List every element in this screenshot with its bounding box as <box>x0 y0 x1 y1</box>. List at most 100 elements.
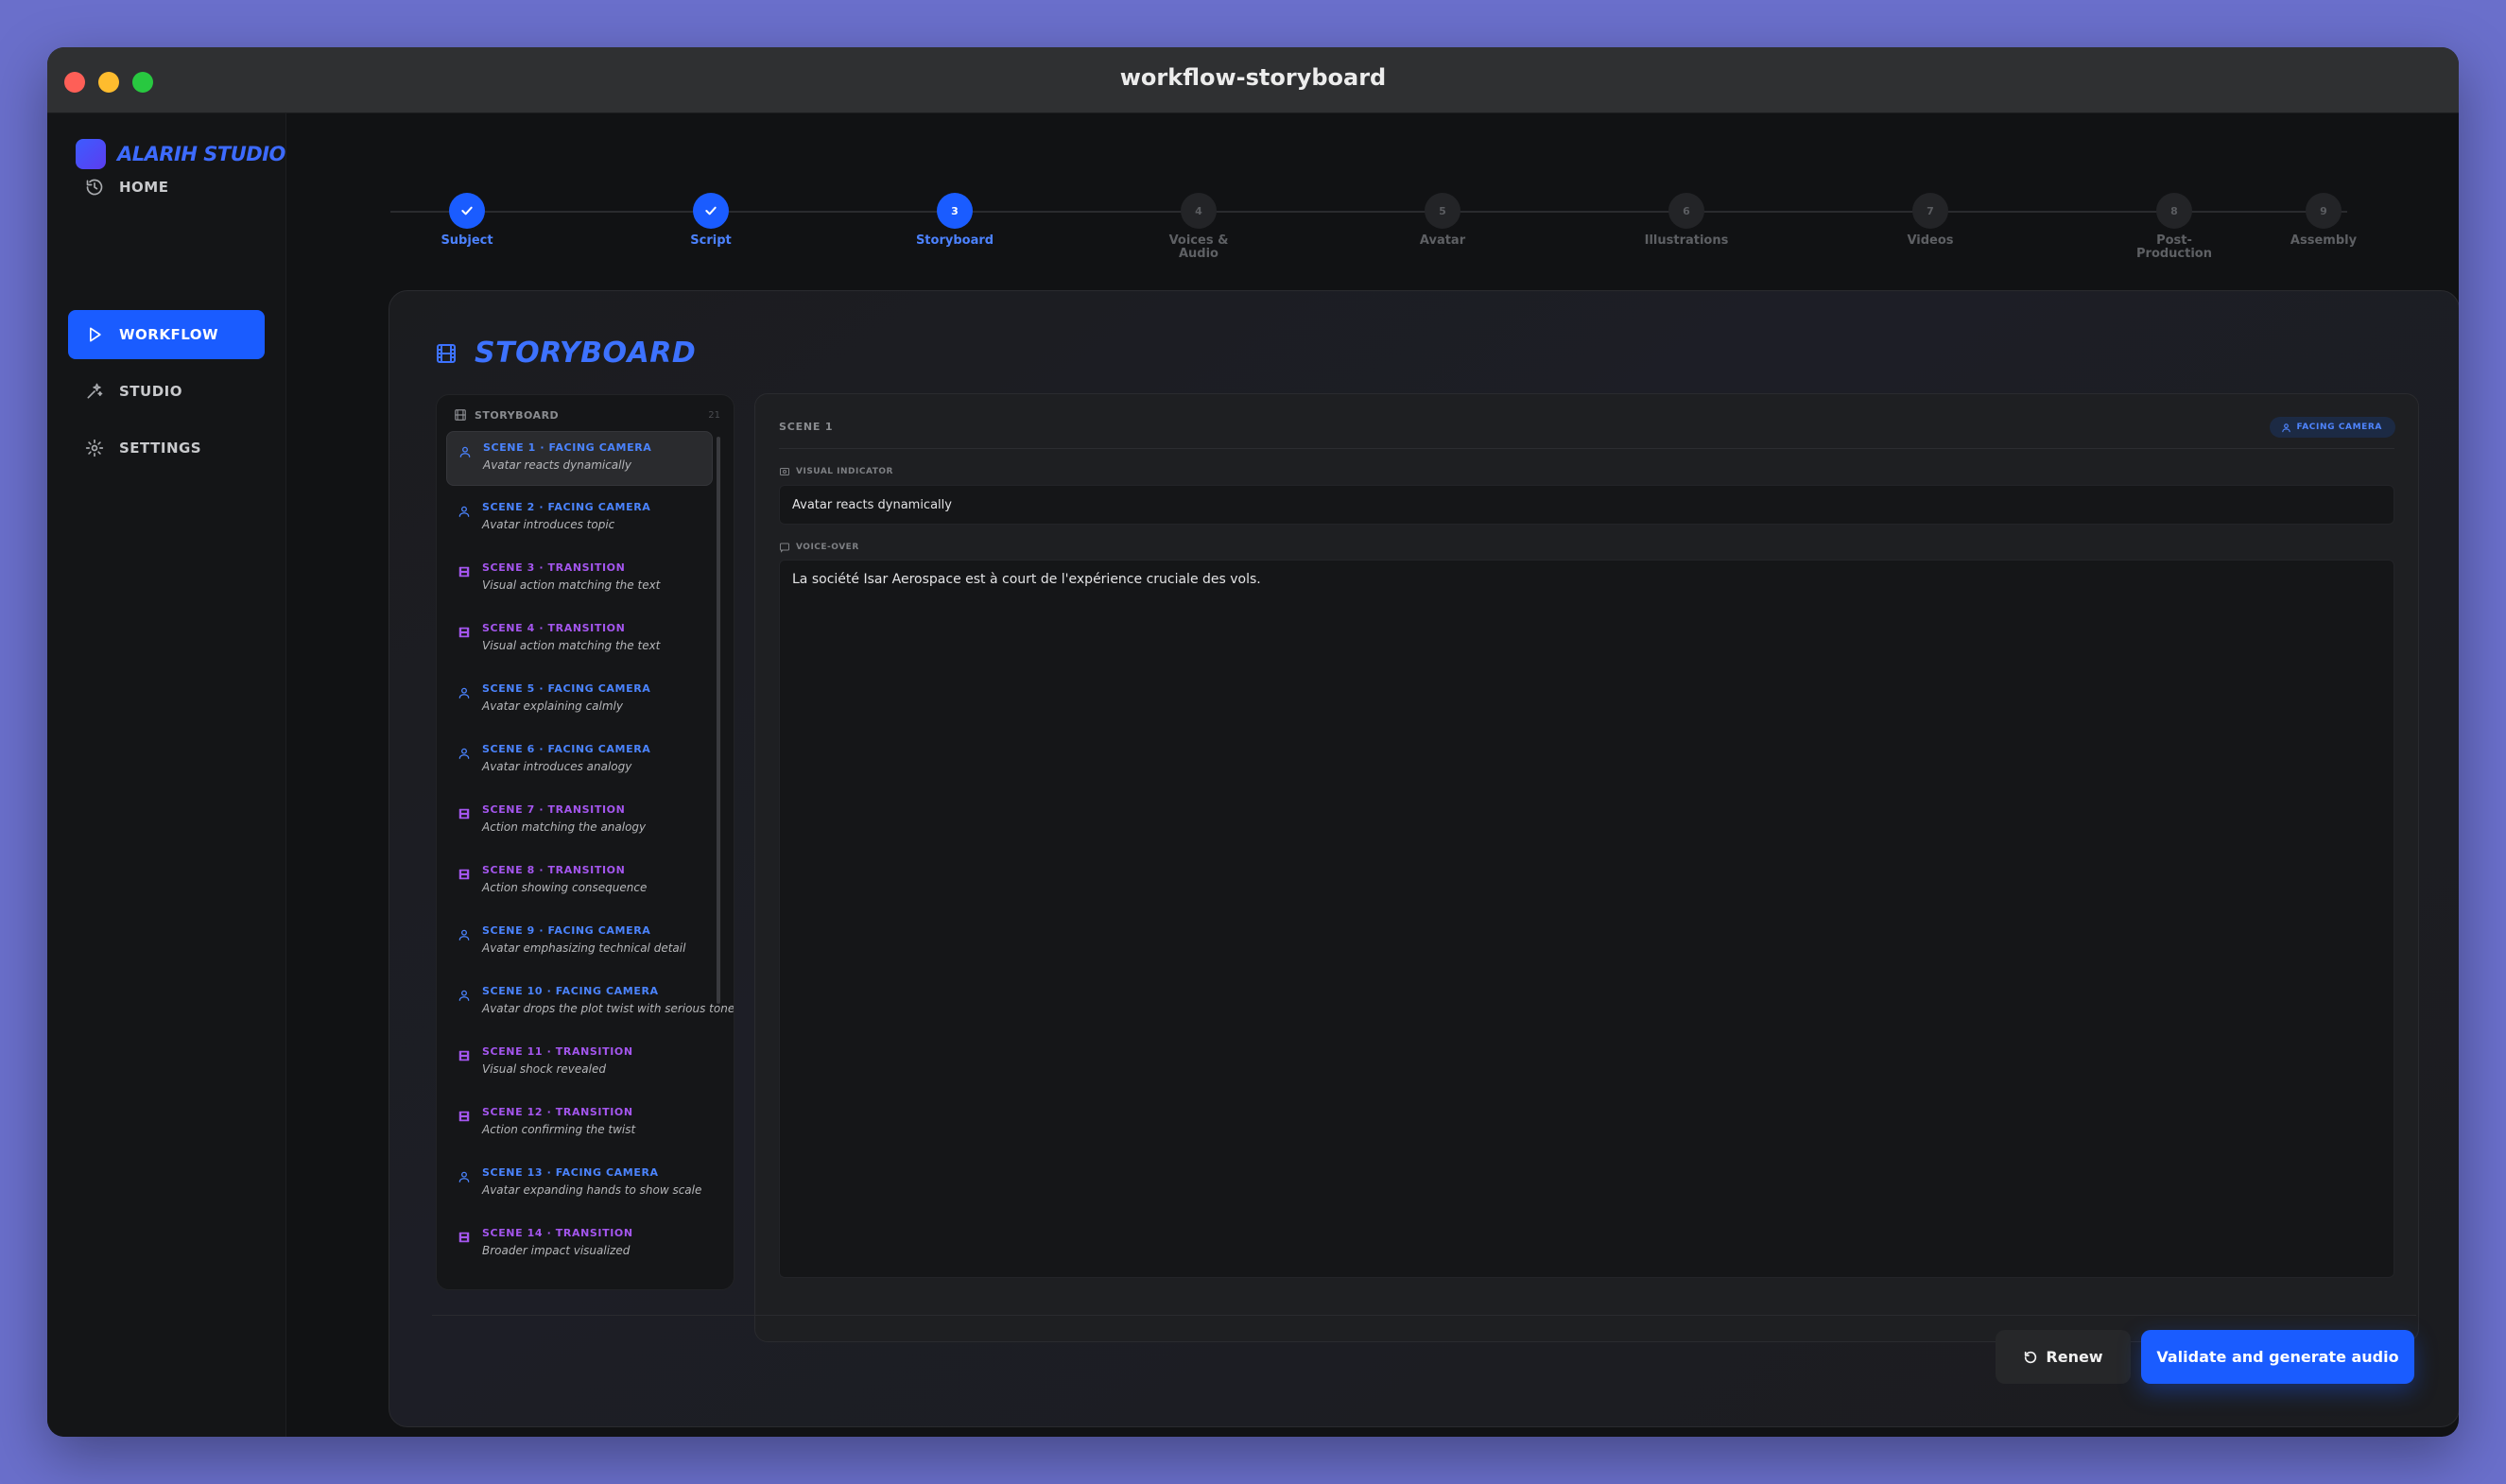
scene-description: Action matching the analogy <box>482 820 647 834</box>
step-illustrations[interactable]: 6 Illustrations <box>1611 193 1762 248</box>
step-avatar[interactable]: 5 Avatar <box>1367 193 1518 248</box>
history-icon <box>86 179 103 196</box>
scene-name: SCENE 8 · TRANSITION <box>482 864 626 876</box>
step-label: Illustrations <box>1644 233 1729 248</box>
scene-list-title: STORYBOARD <box>475 408 560 422</box>
scene-description: Avatar explaining calmly <box>482 699 623 713</box>
nav-item-studio[interactable]: STUDIO <box>68 367 265 416</box>
check-icon <box>461 206 473 216</box>
user-icon <box>458 506 470 517</box>
step-videos[interactable]: 7 Videos <box>1855 193 2006 248</box>
scene-description: Avatar reacts dynamically <box>483 458 631 472</box>
scene-description: Visual action matching the text <box>482 578 661 592</box>
user-icon <box>458 990 470 1001</box>
title-bar: workflow-storyboard <box>47 47 2459 113</box>
detail-divider <box>779 448 2394 449</box>
scene-list-item[interactable]: SCENE 8 · TRANSITION Action showing conse… <box>446 854 713 909</box>
user-icon <box>458 1171 470 1182</box>
scene-name: SCENE 7 · TRANSITION <box>482 803 626 816</box>
scene-list-scrollbar[interactable] <box>717 437 720 1004</box>
nav-label: SETTINGS <box>119 440 202 457</box>
step-subject[interactable]: Subject <box>391 193 543 248</box>
scene-list-item[interactable]: SCENE 6 · FACING CAMERA Avatar introduces… <box>446 733 713 788</box>
film-icon <box>458 627 470 638</box>
film-icon <box>458 566 470 578</box>
scene-name: SCENE 10 · FACING CAMERA <box>482 985 659 997</box>
step-label: Script <box>690 233 732 248</box>
scene-list-item[interactable]: SCENE 3 · TRANSITION Visual action matchi… <box>446 552 713 607</box>
film-icon <box>437 343 456 363</box>
step-voices-audio[interactable]: 4 Voices & Audio <box>1123 193 1274 261</box>
visual-indicator-input[interactable]: Avatar reacts dynamically <box>779 485 2394 525</box>
image-icon <box>780 468 789 475</box>
scene-description: Broader impact visualized <box>482 1244 631 1257</box>
scene-list-item[interactable]: SCENE 5 · FACING CAMERA Avatar explaining… <box>446 673 713 728</box>
film-icon <box>458 1050 470 1061</box>
film-icon <box>458 1111 470 1122</box>
scene-list-item[interactable]: SCENE 9 · FACING CAMERA Avatar emphasizin… <box>446 915 713 970</box>
page-title-text: STORYBOARD <box>475 336 697 370</box>
scene-name: SCENE 2 · FACING CAMERA <box>482 501 651 513</box>
scene-name: SCENE 3 · TRANSITION <box>482 561 626 574</box>
scene-name: SCENE 13 · FACING CAMERA <box>482 1166 659 1179</box>
film-icon <box>458 1232 470 1243</box>
scene-list-item[interactable]: SCENE 11 · TRANSITION Visual shock reveal… <box>446 1036 713 1091</box>
step-circle: 3 <box>937 193 973 229</box>
scene-list-item[interactable]: SCENE 14 · TRANSITION Broader impact visu… <box>446 1217 713 1272</box>
scene-detail-panel: SCENE 1 FACING CAMERA VISUAL INDICATOR A… <box>754 393 2419 1342</box>
visual-indicator-label: VISUAL INDICATOR <box>779 466 893 477</box>
scene-list-item[interactable]: SCENE 10 · FACING CAMERA Avatar drops the… <box>446 975 734 1030</box>
scene-list-item[interactable]: SCENE 13 · FACING CAMERA Avatar expanding… <box>446 1157 713 1212</box>
validate-button-label: Validate and generate audio <box>2156 1348 2399 1366</box>
user-icon <box>458 929 470 940</box>
scene-description: Avatar emphasizing technical detail <box>482 941 686 955</box>
nav-item-workflow[interactable]: WORKFLOW <box>68 310 265 359</box>
renew-button-label: Renew <box>2046 1348 2103 1366</box>
scene-list-item[interactable]: SCENE 2 · FACING CAMERA Avatar introduces… <box>446 492 713 546</box>
scene-name: SCENE 4 · TRANSITION <box>482 622 626 634</box>
user-icon <box>458 687 470 699</box>
step-label: Voices & Audio <box>1168 233 1229 261</box>
step-label: Post- Production <box>2136 233 2212 261</box>
nav-item-home[interactable]: HOME <box>68 163 265 212</box>
step-script[interactable]: Script <box>635 193 786 248</box>
step-label: Storyboard <box>915 233 994 248</box>
renew-button[interactable]: Renew <box>1996 1330 2131 1384</box>
sparkles-icon <box>87 383 103 399</box>
scene-description: Avatar introduces analogy <box>482 760 632 773</box>
validate-generate-audio-button[interactable]: Validate and generate audio <box>2141 1330 2414 1384</box>
voice-over-textarea[interactable]: La société Isar Aerospace est à court de… <box>779 560 2394 1278</box>
scene-name: SCENE 11 · TRANSITION <box>482 1045 633 1058</box>
scene-name: SCENE 5 · FACING CAMERA <box>482 682 651 695</box>
scene-list-item[interactable]: SCENE 4 · TRANSITION Visual action matchi… <box>446 613 713 667</box>
check-icon <box>705 206 717 216</box>
nav-label: STUDIO <box>119 383 182 400</box>
refresh-icon <box>2025 1351 2037 1363</box>
scene-name: SCENE 6 · FACING CAMERA <box>482 743 651 755</box>
nav-label: WORKFLOW <box>119 326 219 343</box>
scene-description: Avatar introduces topic <box>482 518 615 531</box>
user-icon <box>2281 423 2290 432</box>
scene-list-item[interactable]: SCENE 12 · TRANSITION Action confirming t… <box>446 1096 713 1151</box>
step-circle <box>449 193 485 229</box>
user-icon <box>459 446 471 457</box>
scene-list-panel: STORYBOARD 21 SCENE 1 · FACING CAMERA Ava… <box>436 394 735 1290</box>
scene-title: SCENE 1 <box>779 421 834 433</box>
workflow-stepper: Subject Script 3 Storyboard 4 Voices & A… <box>286 113 2459 284</box>
scene-description: Visual action matching the text <box>482 639 661 652</box>
nav-item-settings[interactable]: SETTINGS <box>68 423 265 473</box>
scene-description: Action confirming the twist <box>482 1123 636 1136</box>
step-post-production[interactable]: 8 Post- Production <box>2099 193 2250 261</box>
step-assembly[interactable]: 9 Assembly <box>2267 193 2380 248</box>
scene-type-badge: FACING CAMERA <box>2269 417 2395 438</box>
voice-over-label-text: VOICE-OVER <box>796 543 859 552</box>
scene-list-header: STORYBOARD 21 <box>454 405 720 425</box>
scene-list-item[interactable]: SCENE 7 · TRANSITION Action matching the … <box>446 794 713 849</box>
step-circle: 7 <box>1912 193 1948 229</box>
window-title: workflow-storyboard <box>1119 64 1387 91</box>
scene-list-item[interactable]: SCENE 1 · FACING CAMERA Avatar reacts dyn… <box>446 431 713 486</box>
page-title: STORYBOARD <box>435 336 696 370</box>
scene-name: SCENE 14 · TRANSITION <box>482 1227 633 1239</box>
step-storyboard[interactable]: 3 Storyboard <box>879 193 1030 248</box>
scene-type-badge-label: FACING CAMERA <box>2296 423 2382 432</box>
